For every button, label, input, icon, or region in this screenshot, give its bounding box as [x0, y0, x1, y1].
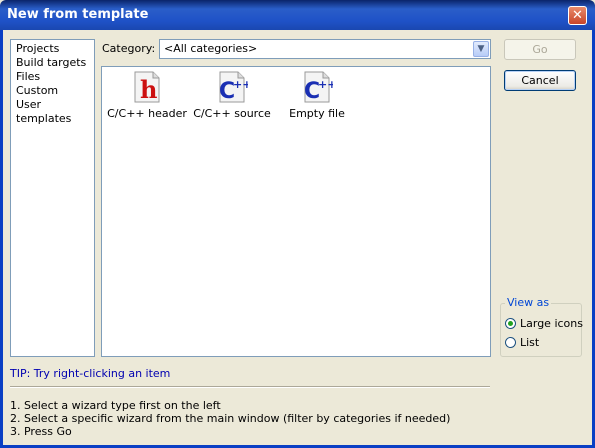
wizard-type-custom[interactable]: Custom: [16, 84, 94, 98]
large-icons-label: Large icons: [520, 317, 583, 330]
cancel-button[interactable]: Cancel: [504, 70, 576, 91]
svg-text:++: ++: [318, 78, 333, 91]
wizard-type-projects[interactable]: Projects: [16, 42, 94, 56]
dialog-window: New from template ✕ Projects Build targe…: [0, 0, 595, 448]
help-step-1: 1. Select a wizard type first on the lef…: [10, 399, 221, 412]
template-label: C/C++ header: [107, 107, 187, 120]
wizard-type-list[interactable]: Projects Build targets Files Custom User…: [10, 39, 95, 357]
view-as-title: View as: [505, 296, 552, 309]
go-button[interactable]: Go: [504, 39, 576, 60]
window-frame-left: [0, 30, 3, 448]
window-title: New from template: [7, 7, 149, 22]
close-button[interactable]: ✕: [568, 6, 587, 25]
category-value: <All categories>: [164, 42, 258, 55]
divider: [10, 386, 490, 388]
template-view[interactable]: h C/C++ header C ++ C/C++ source C ++ Em…: [101, 66, 491, 357]
wizard-type-files[interactable]: Files: [16, 70, 94, 84]
template-label: C/C++ source: [193, 107, 271, 120]
radio-unselected-icon: [505, 337, 516, 348]
category-label: Category:: [102, 42, 156, 55]
svg-text:h: h: [140, 75, 157, 103]
category-dropdown[interactable]: <All categories> ▼: [159, 39, 491, 59]
list-radio[interactable]: List: [505, 336, 580, 351]
wizard-type-build-targets[interactable]: Build targets: [16, 56, 94, 70]
chevron-down-icon[interactable]: ▼: [473, 41, 489, 57]
template-label: Empty file: [289, 107, 345, 120]
empty-file-icon: C ++: [301, 71, 336, 104]
template-empty-file[interactable]: C ++ Empty file: [277, 71, 357, 120]
c-header-icon: h: [131, 71, 163, 104]
template-c-source[interactable]: C ++ C/C++ source: [192, 71, 272, 120]
help-text: 1. Select a wizard type first on the lef…: [10, 399, 450, 438]
large-icons-radio[interactable]: Large icons: [505, 317, 583, 332]
title-bar[interactable]: New from template ✕: [0, 0, 595, 30]
svg-text:++: ++: [233, 78, 248, 91]
tip-text: TIP: Try right-clicking an item: [10, 367, 171, 380]
wizard-type-user-templates[interactable]: User templates: [16, 98, 94, 125]
list-label: List: [520, 336, 540, 349]
c-source-icon: C ++: [216, 71, 251, 104]
help-step-2: 2. Select a specific wizard from the mai…: [10, 412, 451, 425]
radio-selected-icon: [505, 318, 516, 329]
template-c-header[interactable]: h C/C++ header: [107, 71, 187, 120]
help-step-3: 3. Press Go: [10, 425, 72, 438]
